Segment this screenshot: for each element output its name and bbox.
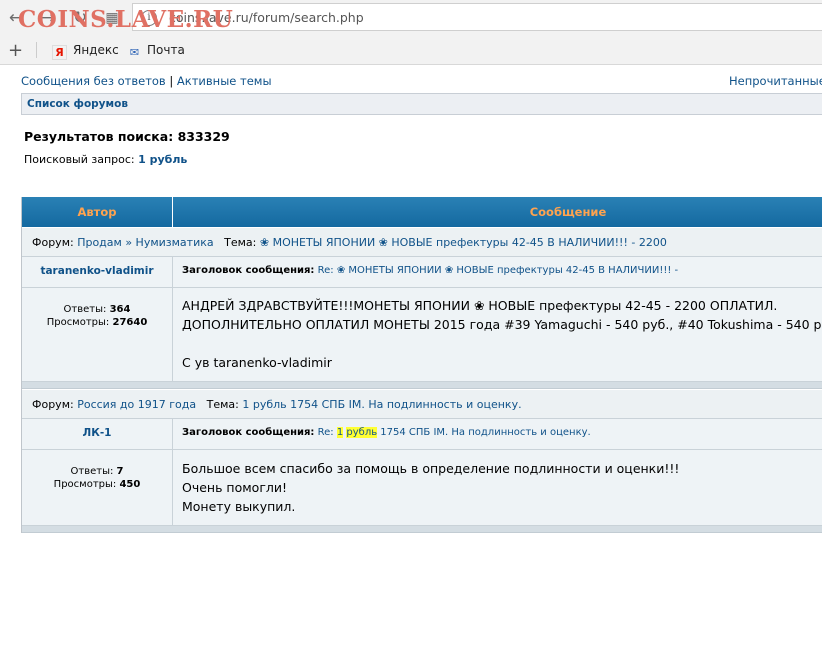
subject-rest: 1754 СПБ IM. На подлинность и оценку.	[380, 427, 591, 438]
topic-label: Тема:	[206, 398, 239, 411]
author-link[interactable]: ЛК-1	[22, 427, 172, 439]
replies-label: Ответы:	[63, 304, 107, 315]
subject-prefix: Re:	[317, 427, 337, 438]
topic-link[interactable]: ❀ МОНЕТЫ ЯПОНИИ ❀ НОВЫЕ префектуры 42-45…	[260, 236, 667, 249]
post-body-row: Ответы: 364 Просмотры: 27640 АНДРЕЙ ЗДРА…	[22, 288, 822, 382]
forum-link[interactable]: Россия до 1917 года	[77, 398, 196, 411]
mail-icon: ✉	[129, 46, 140, 59]
replies-count: 7	[116, 466, 124, 477]
subject-link[interactable]: Re: 1 рубль 1754 СПБ IM. На подлинность …	[318, 427, 591, 438]
topic-label: Тема:	[224, 236, 257, 249]
post-message: АНДРЕЙ ЗДРАВСТВУЙТЕ!!!МОНЕТЫ ЯПОНИИ ❀ НО…	[182, 296, 822, 372]
forum-label: Форум:	[32, 398, 74, 411]
bookmark-label: Почта	[147, 43, 185, 57]
post-message: Большое всем спасибо за помощь в определ…	[182, 459, 679, 516]
views-label: Просмотры:	[46, 317, 110, 328]
browser-toolbar: ← → ↻ ▦ i coins.lave.ru/forum/search.php…	[0, 0, 822, 36]
subject-label: Заголовок сообщения:	[182, 427, 315, 438]
forum-link[interactable]: Продам » Нумизматика	[77, 236, 213, 249]
message-line: Монету выкупил.	[182, 499, 296, 514]
results-label: Результатов поиска:	[24, 129, 174, 144]
search-query: Поисковый запрос: 1 рубль	[24, 153, 187, 166]
replies-count: 364	[109, 304, 131, 315]
message-line: Очень помогли!	[182, 480, 288, 495]
add-bookmark-icon[interactable]: +	[8, 40, 23, 61]
message-line: Большое всем спасибо за помощь в определ…	[182, 461, 680, 476]
search-highlight: 1	[336, 427, 344, 438]
bookmark-mail[interactable]: ✉ Почта	[128, 43, 185, 59]
forum-label: Форум:	[32, 236, 74, 249]
views-label: Просмотры:	[53, 479, 117, 490]
post-body-row: Ответы: 7 Просмотры: 450 Большое всем сп…	[22, 450, 822, 526]
forum-topic-row: Форум: Продам » Нумизматика Тема: ❀ МОНЕ…	[22, 227, 822, 257]
search-highlight: рубль	[346, 427, 378, 438]
forum-index-link[interactable]: Список форумов	[27, 98, 128, 110]
message-line: АНДРЕЙ ЗДРАВСТВУЙТЕ!!!МОНЕТЫ ЯПОНИИ ❀ НО…	[182, 298, 778, 313]
message-line	[182, 334, 822, 353]
post-stats: Ответы: 364 Просмотры: 27640	[22, 303, 172, 329]
post-header-row: taranenko-vladimir Заголовок сообщения: …	[22, 257, 822, 288]
top-links: Сообщения без ответов | Активные темы	[21, 74, 272, 88]
replies-label: Ответы:	[70, 466, 114, 477]
unanswered-link[interactable]: Сообщения без ответов	[21, 74, 166, 88]
author-column-header: Автор	[22, 197, 173, 227]
bookmark-label: Яндекс	[73, 43, 119, 57]
active-topics-link[interactable]: Активные темы	[177, 74, 272, 88]
post-header-row: ЛК-1 Заголовок сообщения: Re: 1 рубль 17…	[22, 419, 822, 450]
link-separator: |	[169, 74, 174, 88]
bookmark-yandex[interactable]: Я Яндекс	[52, 43, 119, 60]
query-link[interactable]: 1 рубль	[138, 153, 187, 166]
watermark: COINS.LAVE.RU	[18, 6, 234, 33]
results-table: Автор Сообщение Форум: Продам » Нумизмат…	[21, 197, 822, 533]
post-separator	[22, 526, 822, 533]
message-line: ДОПОЛНИТЕЛЬНО ОПЛАТИЛ МОНЕТЫ 2015 года #…	[182, 317, 822, 332]
forum-topic-row: Форум: Россия до 1917 года Тема: 1 рубль…	[22, 389, 822, 419]
yandex-icon: Я	[52, 45, 67, 60]
subject-label: Заголовок сообщения:	[182, 265, 315, 276]
results-heading: Результатов поиска: 833329	[24, 129, 230, 144]
message-column-header: Сообщение	[529, 205, 607, 219]
divider	[36, 42, 37, 58]
breadcrumb: Список форумов	[21, 93, 822, 115]
table-header: Автор Сообщение	[22, 197, 822, 227]
post-separator	[22, 382, 822, 389]
address-bar[interactable]: i coins.lave.ru/forum/search.php	[132, 3, 822, 31]
message-line: С ув taranenko-vladimir	[182, 355, 332, 370]
post-stats: Ответы: 7 Просмотры: 450	[22, 465, 172, 491]
views-count: 450	[119, 479, 141, 490]
topic-link[interactable]: 1 рубль 1754 СПБ IM. На подлинность и оц…	[242, 398, 521, 411]
bookmarks-bar: + Я Яндекс ✉ Почта	[0, 36, 822, 65]
subject-link[interactable]: Re: ❀ МОНЕТЫ ЯПОНИИ ❀ НОВЫЕ префектуры 4…	[318, 265, 679, 276]
author-link[interactable]: taranenko-vladimir	[22, 265, 172, 277]
views-count: 27640	[112, 317, 148, 328]
unread-link[interactable]: Непрочитанные	[729, 74, 822, 88]
results-count: 833329	[177, 129, 230, 144]
query-label: Поисковый запрос:	[24, 153, 135, 166]
